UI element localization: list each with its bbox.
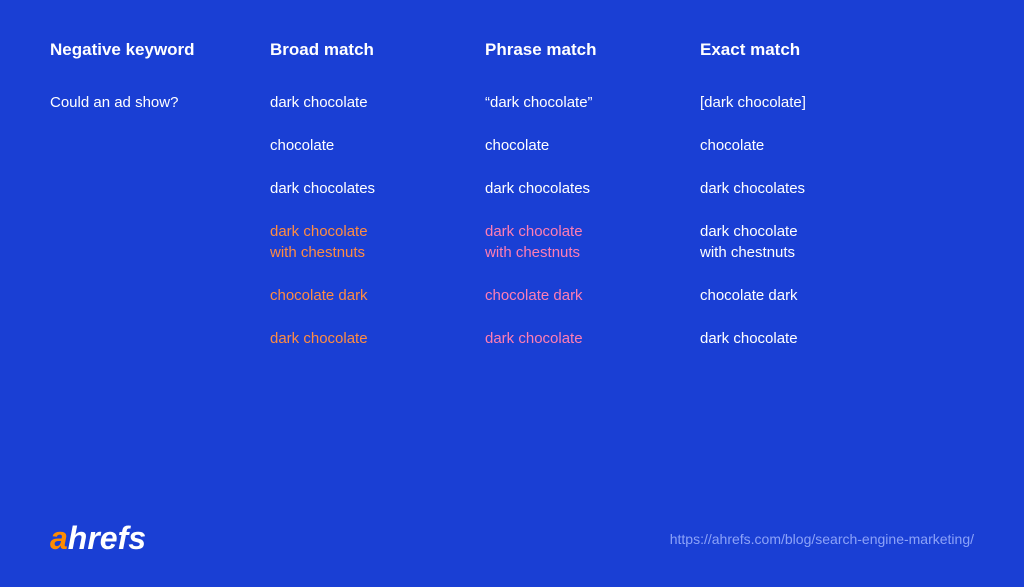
phrase-cell-1: chocolate [485, 135, 700, 156]
broad-cell-3: dark chocolatewith chestnuts [270, 221, 485, 263]
logo-hrefs: hrefs [68, 520, 146, 557]
broad-cell-2: dark chocolates [270, 178, 485, 199]
col-broad: Broad match dark chocolate chocolate dar… [270, 40, 485, 510]
exact-cell-4: chocolate dark [700, 285, 920, 306]
phrase-cell-3: dark chocolatewith chestnuts [485, 221, 700, 263]
exact-cell-5: dark chocolate [700, 328, 920, 349]
footer-url: https://ahrefs.com/blog/search-engine-ma… [670, 531, 974, 547]
header-exact: Exact match [700, 40, 920, 70]
header-negative: Negative keyword [50, 40, 270, 70]
main-container: Negative keyword Could an ad show? Broad… [0, 0, 1024, 587]
phrase-cell-2: dark chocolates [485, 178, 700, 199]
logo-a: a [50, 520, 68, 557]
ahrefs-logo: a hrefs [50, 520, 146, 557]
broad-cell-1: chocolate [270, 135, 485, 156]
phrase-cell-0: “dark chocolate” [485, 92, 700, 113]
comparison-table: Negative keyword Could an ad show? Broad… [50, 40, 974, 510]
broad-cell-4: chocolate dark [270, 285, 485, 306]
exact-cell-2: dark chocolates [700, 178, 920, 199]
broad-cell-5: dark chocolate [270, 328, 485, 349]
negative-label: Could an ad show? [50, 92, 270, 113]
exact-cell-1: chocolate [700, 135, 920, 156]
exact-cell-0: [dark chocolate] [700, 92, 920, 113]
phrase-cell-5: dark chocolate [485, 328, 700, 349]
header-phrase: Phrase match [485, 40, 700, 70]
col-negative: Negative keyword Could an ad show? [50, 40, 270, 510]
header-broad: Broad match [270, 40, 485, 70]
col-exact: Exact match [dark chocolate] chocolate d… [700, 40, 920, 510]
phrase-cell-4: chocolate dark [485, 285, 700, 306]
footer: a hrefs https://ahrefs.com/blog/search-e… [50, 520, 974, 557]
exact-cell-3: dark chocolatewith chestnuts [700, 221, 920, 263]
col-phrase: Phrase match “dark chocolate” chocolate … [485, 40, 700, 510]
broad-cell-0: dark chocolate [270, 92, 485, 113]
